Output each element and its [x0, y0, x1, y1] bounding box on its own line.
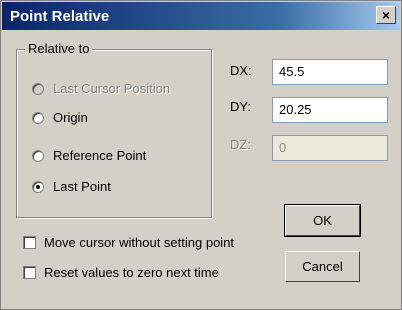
move-cursor-label: Move cursor without setting point: [44, 235, 235, 250]
radio-button[interactable]: [32, 82, 44, 95]
dx-field[interactable]: 45.5: [272, 59, 388, 85]
close-button[interactable]: ×: [376, 6, 396, 24]
dz-field: 0: [272, 135, 388, 161]
title-bar[interactable]: Point Relative ×: [2, 2, 400, 30]
dy-field[interactable]: 20.25: [272, 97, 388, 123]
dz-label: DZ:: [230, 137, 251, 152]
reset-values-label: Reset values to zero next time: [44, 265, 219, 280]
close-icon: ×: [381, 7, 391, 23]
radio-label: Origin: [53, 110, 88, 125]
radio-button[interactable]: [32, 111, 44, 124]
dialog-title: Point Relative: [10, 8, 110, 25]
move-cursor-checkbox-row[interactable]: Move cursor without setting point: [23, 235, 234, 250]
radio-origin[interactable]: Origin: [32, 110, 88, 125]
move-cursor-checkbox[interactable]: [23, 236, 36, 249]
point-relative-dialog: Point Relative × Relative to Last Cursor…: [0, 0, 402, 310]
radio-reference-point[interactable]: Reference Point: [32, 148, 146, 163]
radio-last-cursor-position[interactable]: Last Cursor Position: [32, 81, 170, 96]
radio-last-point[interactable]: Last Point: [32, 179, 111, 194]
radio-label: Last Cursor Position: [53, 81, 171, 96]
radio-label: Reference Point: [53, 148, 147, 163]
radio-label: Last Point: [53, 179, 111, 194]
radio-button[interactable]: [32, 149, 44, 162]
relative-to-legend: Relative to: [25, 41, 93, 56]
ok-button[interactable]: OK: [284, 204, 361, 237]
radio-button[interactable]: [32, 180, 44, 193]
dx-label: DX:: [230, 63, 252, 78]
reset-values-checkbox-row[interactable]: Reset values to zero next time: [23, 265, 219, 280]
dy-label: DY:: [230, 99, 251, 114]
reset-values-checkbox[interactable]: [23, 266, 36, 279]
cancel-button[interactable]: Cancel: [285, 251, 360, 282]
